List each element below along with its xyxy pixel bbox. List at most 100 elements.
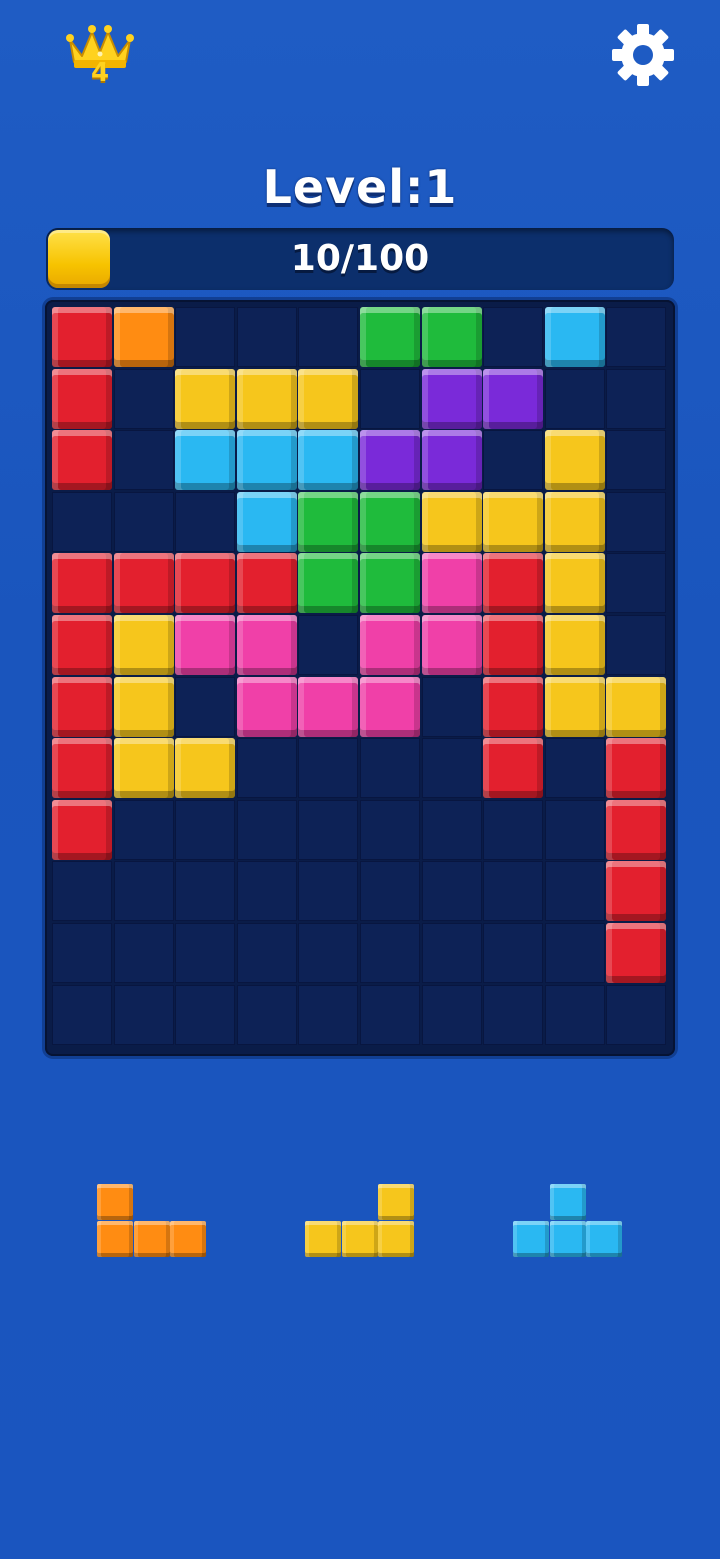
empty-cell[interactable] <box>360 738 420 799</box>
empty-cell[interactable] <box>421 738 482 799</box>
filled-block <box>52 676 112 737</box>
piece-block <box>378 1184 414 1220</box>
empty-cell[interactable] <box>52 923 112 983</box>
empty-cell[interactable] <box>175 984 236 1045</box>
filled-block <box>52 799 112 860</box>
piece-block <box>513 1220 549 1257</box>
empty-cell[interactable] <box>360 799 420 860</box>
empty-cell[interactable] <box>52 861 112 922</box>
empty-cell[interactable] <box>544 984 605 1045</box>
filled-block <box>421 491 482 552</box>
filled-block <box>360 491 420 552</box>
empty-cell[interactable] <box>606 430 667 491</box>
filled-block <box>113 738 174 799</box>
filled-block <box>483 676 544 737</box>
empty-cell[interactable] <box>113 984 174 1045</box>
empty-cell[interactable] <box>606 307 667 367</box>
filled-block <box>52 430 112 491</box>
filled-block <box>52 307 112 367</box>
piece-block <box>341 1220 378 1257</box>
game-board[interactable] <box>45 300 675 1056</box>
empty-cell[interactable] <box>298 923 359 983</box>
empty-cell[interactable] <box>544 861 605 922</box>
empty-cell[interactable] <box>483 861 544 922</box>
empty-cell[interactable] <box>175 923 236 983</box>
empty-cell[interactable] <box>606 553 667 614</box>
empty-cell[interactable] <box>360 984 420 1045</box>
filled-block <box>113 307 174 367</box>
filled-block <box>52 615 112 675</box>
filled-block <box>360 676 420 737</box>
filled-block <box>360 553 420 614</box>
filled-block <box>113 553 174 614</box>
empty-cell[interactable] <box>421 923 482 983</box>
empty-cell[interactable] <box>298 861 359 922</box>
empty-cell[interactable] <box>544 368 605 429</box>
empty-cell[interactable] <box>483 984 544 1045</box>
filled-block <box>606 799 667 860</box>
filled-block <box>236 615 297 675</box>
empty-cell[interactable] <box>236 923 297 983</box>
empty-cell[interactable] <box>360 861 420 922</box>
empty-cell[interactable] <box>483 430 544 491</box>
empty-cell[interactable] <box>52 491 112 552</box>
gear-icon[interactable] <box>610 22 676 88</box>
empty-cell[interactable] <box>483 799 544 860</box>
piece-block <box>97 1220 133 1257</box>
empty-cell[interactable] <box>175 307 236 367</box>
empty-cell[interactable] <box>175 491 236 552</box>
filled-block <box>483 615 544 675</box>
empty-cell[interactable] <box>360 923 420 983</box>
empty-cell[interactable] <box>544 738 605 799</box>
filled-block <box>544 553 605 614</box>
empty-cell[interactable] <box>298 615 359 675</box>
empty-cell[interactable] <box>544 799 605 860</box>
empty-cell[interactable] <box>606 615 667 675</box>
empty-cell[interactable] <box>298 738 359 799</box>
empty-cell[interactable] <box>298 307 359 367</box>
empty-cell[interactable] <box>606 368 667 429</box>
empty-cell[interactable] <box>113 923 174 983</box>
piece-block <box>549 1184 586 1220</box>
empty-cell[interactable] <box>360 368 420 429</box>
empty-cell[interactable] <box>483 307 544 367</box>
empty-cell[interactable] <box>421 984 482 1045</box>
empty-cell[interactable] <box>175 676 236 737</box>
empty-cell[interactable] <box>113 861 174 922</box>
empty-cell[interactable] <box>113 799 174 860</box>
empty-cell[interactable] <box>298 984 359 1045</box>
empty-cell[interactable] <box>175 799 236 860</box>
empty-cell[interactable] <box>421 676 482 737</box>
empty-cell[interactable] <box>113 491 174 552</box>
empty-cell[interactable] <box>606 491 667 552</box>
empty-cell[interactable] <box>52 984 112 1045</box>
empty-cell[interactable] <box>236 799 297 860</box>
empty-cell[interactable] <box>113 368 174 429</box>
filled-block <box>360 615 420 675</box>
empty-cell[interactable] <box>606 984 667 1045</box>
empty-cell[interactable] <box>236 738 297 799</box>
filled-block <box>175 430 236 491</box>
empty-cell[interactable] <box>421 861 482 922</box>
filled-block <box>421 368 482 429</box>
empty-cell[interactable] <box>483 923 544 983</box>
filled-block <box>544 430 605 491</box>
empty-cell[interactable] <box>544 923 605 983</box>
filled-block <box>421 553 482 614</box>
filled-block <box>360 307 420 367</box>
empty-cell[interactable] <box>236 307 297 367</box>
filled-block <box>483 491 544 552</box>
empty-cell[interactable] <box>298 799 359 860</box>
piece-block <box>133 1220 170 1257</box>
filled-block <box>606 923 667 983</box>
filled-block <box>175 368 236 429</box>
empty-cell[interactable] <box>236 984 297 1045</box>
empty-cell[interactable] <box>175 861 236 922</box>
filled-block <box>298 430 359 491</box>
filled-block <box>236 553 297 614</box>
empty-cell[interactable] <box>421 799 482 860</box>
filled-block <box>236 491 297 552</box>
empty-cell[interactable] <box>236 861 297 922</box>
empty-cell[interactable] <box>113 430 174 491</box>
filled-block <box>483 553 544 614</box>
